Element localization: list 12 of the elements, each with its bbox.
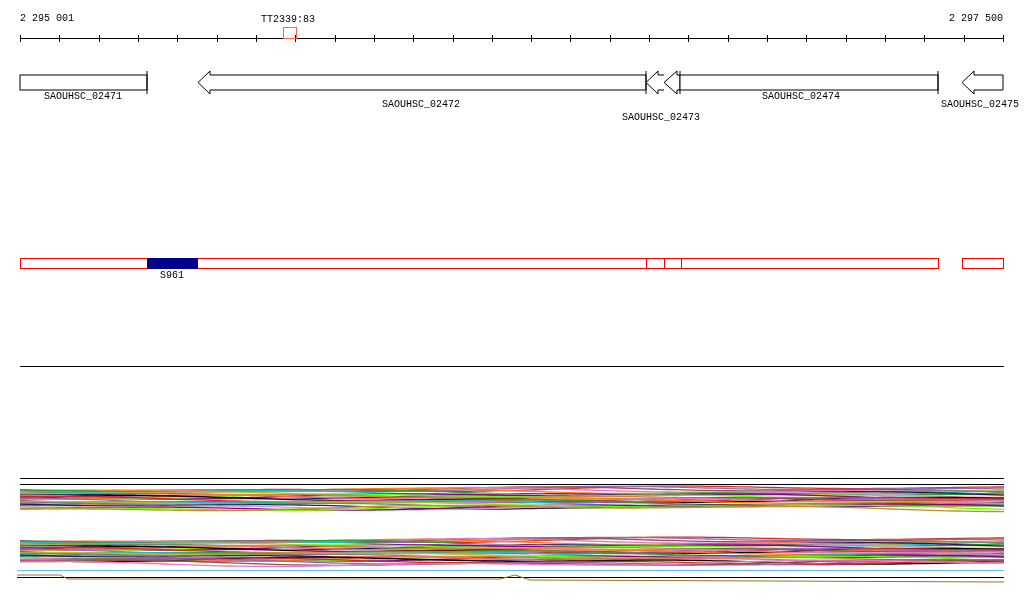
gene-label: SAOUHSC_02473 — [622, 113, 700, 123]
gene-arrow — [961, 70, 1004, 95]
highlighted-feature — [147, 258, 198, 269]
marker-box — [283, 27, 297, 39]
feature-label: S961 — [160, 271, 184, 281]
gene-label: SAOUHSC_02472 — [382, 100, 460, 110]
ruler-end-label: 2 297 500 — [949, 14, 1003, 24]
ruler-start-label: 2 295 001 — [20, 14, 74, 24]
gene-label: SAOUHSC_02471 — [44, 92, 122, 102]
gene-label: SAOUHSC_02475 — [941, 100, 1019, 110]
marker-label: TT2339:83 — [261, 15, 315, 25]
gene-label: SAOUHSC_02474 — [762, 92, 840, 102]
